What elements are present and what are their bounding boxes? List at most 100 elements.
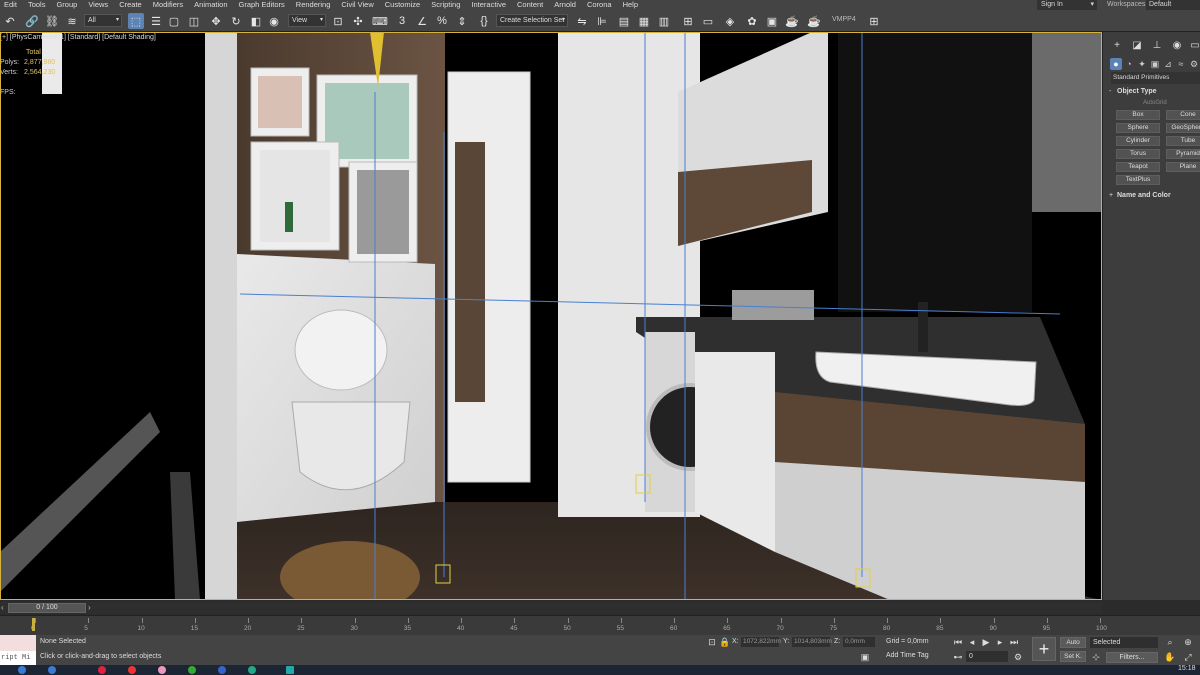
menu-help[interactable]: Help <box>619 0 645 10</box>
schematic-view-icon[interactable]: ▭ <box>700 13 716 29</box>
bind-spacewarp-icon[interactable]: ≋ <box>64 13 80 29</box>
select-object-icon[interactable]: ⬚ <box>128 13 144 29</box>
primitive-plane-button[interactable]: Plane <box>1166 162 1200 172</box>
render-setup-icon[interactable]: ✿ <box>744 13 760 29</box>
mirror-icon[interactable]: ⇋ <box>574 13 590 29</box>
app-icon[interactable] <box>188 666 196 674</box>
pivot-center-icon[interactable]: ⊡ <box>330 13 346 29</box>
selection-set-select[interactable]: Create Selection Set ▾ <box>496 14 568 27</box>
chevron-right-icon[interactable]: › <box>88 603 91 612</box>
camera-viewport[interactable]: [+] [PhysCamera001] [Standard] [Default … <box>0 32 1102 600</box>
spinner-snap-icon[interactable]: ⇕ <box>454 13 470 29</box>
pan-icon[interactable]: ✋ <box>1164 651 1176 663</box>
play-icon[interactable]: ▶ <box>980 636 992 648</box>
app-icon[interactable] <box>158 666 166 674</box>
menu-scripting[interactable]: Scripting <box>427 0 467 10</box>
menu-civil-view[interactable]: Civil View <box>337 0 380 10</box>
primitive-cone-button[interactable]: Cone <box>1166 110 1200 120</box>
maximize-viewport-icon[interactable]: ⤢ <box>1182 651 1194 663</box>
menu-edit[interactable]: Edit <box>0 0 24 10</box>
scale-icon[interactable]: ◧ <box>248 13 264 29</box>
primitive-teapot-button[interactable]: Teapot <box>1116 162 1160 172</box>
lights-icon[interactable]: ✦ <box>1136 58 1148 70</box>
primitive-geosphere-button[interactable]: GeoSphere <box>1166 123 1200 133</box>
maxscript-listener[interactable]: ript Mi <box>0 635 36 665</box>
workspace-select[interactable]: Default <box>1146 0 1200 10</box>
set-key-icon[interactable]: + <box>1032 637 1056 661</box>
menu-graph-editors[interactable]: Graph Editors <box>235 0 292 10</box>
primitive-torus-button[interactable]: Torus <box>1116 149 1160 159</box>
selection-filter-select[interactable]: All ▾ <box>84 14 122 27</box>
menu-rendering[interactable]: Rendering <box>292 0 338 10</box>
angle-snap-icon[interactable]: ∠ <box>414 13 430 29</box>
time-tag-icon[interactable]: ▣ <box>859 651 871 663</box>
undo-icon[interactable]: ↶ <box>2 13 18 29</box>
helpers-icon[interactable]: ⊿ <box>1162 58 1174 70</box>
menu-customize[interactable]: Customize <box>381 0 427 10</box>
chevron-left-icon[interactable]: ‹ <box>1 603 4 612</box>
filters-button[interactable]: Filters... <box>1106 652 1158 663</box>
link-icon[interactable]: 🔗 <box>24 13 40 29</box>
primitive-tube-button[interactable]: Tube <box>1166 136 1200 146</box>
primitive-cylinder-button[interactable]: Cylinder <box>1116 136 1160 146</box>
menu-content[interactable]: Content <box>513 0 550 10</box>
autogrid-checkbox[interactable]: AutoGrid <box>1143 100 1167 106</box>
add-time-tag[interactable]: Add Time Tag <box>886 652 929 659</box>
select-by-name-icon[interactable]: ☰ <box>148 13 164 29</box>
rotate-icon[interactable]: ↻ <box>228 13 244 29</box>
primitive-category-select[interactable]: Standard Primitives <box>1111 72 1200 84</box>
key-filter-select[interactable]: Selected <box>1090 637 1158 648</box>
scene-explorer-icon[interactable]: ▥ <box>656 13 672 29</box>
y-coordinate-field[interactable]: 1014,803mm <box>792 637 832 647</box>
select-manipulate-icon[interactable]: ✣ <box>350 13 366 29</box>
select-manipulate-icon[interactable]: ◉ <box>266 13 282 29</box>
z-coordinate-field[interactable]: 0,0mm <box>843 637 875 647</box>
goto-end-icon[interactable]: ⏭ <box>1008 636 1020 648</box>
material-editor-icon[interactable]: ◈ <box>722 13 738 29</box>
primitive-pyramid-button[interactable]: Pyramid <box>1166 149 1200 159</box>
auto-key-button[interactable]: Auto <box>1060 637 1086 648</box>
primitive-box-button[interactable]: Box <box>1116 110 1160 120</box>
menu-tools[interactable]: Tools <box>24 0 53 10</box>
hierarchy-tab-icon[interactable]: ⊥ <box>1151 40 1163 52</box>
unlink-icon[interactable]: ⛓ <box>44 13 60 29</box>
sign-in-dropdown[interactable]: Sign In ▾ <box>1037 0 1097 10</box>
modify-tab-icon[interactable]: ◪ <box>1131 40 1143 52</box>
shapes-icon[interactable]: ◔ <box>1123 58 1135 70</box>
zoom-icon[interactable]: ⌕ <box>1164 636 1176 648</box>
reference-coord-select[interactable]: View ▾ <box>288 14 326 27</box>
viewport-label[interactable]: [+] [PhysCamera001] [Standard] [Default … <box>0 34 156 41</box>
time-config-icon[interactable]: ⚙ <box>1012 651 1024 663</box>
layer-explorer-icon[interactable]: ▤ <box>616 13 632 29</box>
goto-start-icon[interactable]: ⏮ <box>952 636 964 648</box>
display-tab-icon[interactable]: ▭ <box>1189 40 1200 52</box>
move-icon[interactable]: ✥ <box>208 13 224 29</box>
app-icon[interactable] <box>248 666 256 674</box>
render-icon[interactable]: ☕ <box>806 13 822 29</box>
menu-interactive[interactable]: Interactive <box>467 0 513 10</box>
keyboard-shortcut-icon[interactable]: ⌨ <box>372 13 388 29</box>
object-type-rollout[interactable]: - Object Type <box>1109 88 1157 95</box>
track-bar[interactable]: 0 5 10 15 20 25 30 35 40 45 50 55 60 65 70 75 80 85 90 95 10… <box>0 615 1200 635</box>
edit-named-sel-icon[interactable]: {} <box>476 13 492 29</box>
menu-create[interactable]: Create <box>115 0 149 10</box>
key-mode-icon[interactable]: ⊷ <box>952 651 964 663</box>
maxscript-input[interactable]: ript Mi <box>0 651 36 665</box>
geometry-icon[interactable]: ● <box>1110 58 1122 70</box>
prev-frame-icon[interactable]: ◂ <box>966 636 978 648</box>
teapot-icon[interactable]: ☕ <box>784 13 800 29</box>
cameras-icon[interactable]: ▣ <box>1149 58 1161 70</box>
windows-icon[interactable] <box>18 666 26 674</box>
isolate-icon[interactable]: ⊡ <box>706 636 718 648</box>
app-icon[interactable] <box>98 666 106 674</box>
menu-arnold[interactable]: Arnold <box>550 0 583 10</box>
motion-tab-icon[interactable]: ◉ <box>1171 40 1183 52</box>
curve-editor-icon[interactable]: ⊞ <box>680 13 696 29</box>
menu-animation[interactable]: Animation <box>190 0 234 10</box>
viewport-layout-icon[interactable]: ⊞ <box>866 13 882 29</box>
menu-views[interactable]: Views <box>84 0 115 10</box>
key-filters-icon[interactable]: ⊹ <box>1090 651 1102 663</box>
3dsmax-icon[interactable] <box>286 666 294 674</box>
primitive-textplus-button[interactable]: TextPlus <box>1116 175 1160 185</box>
time-slider[interactable]: ‹ 0 / 100 › <box>0 602 1102 614</box>
